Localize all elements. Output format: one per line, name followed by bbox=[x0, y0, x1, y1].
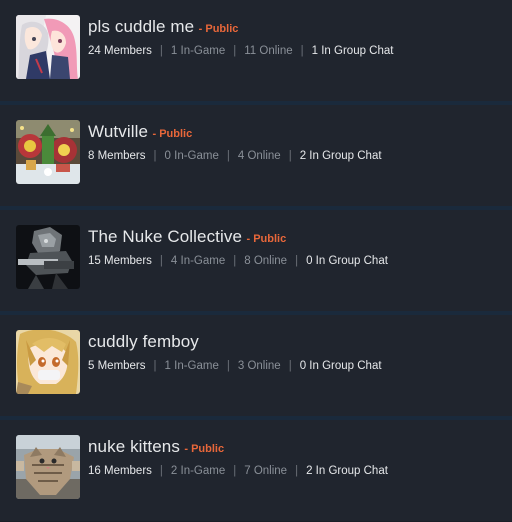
blonde-anime-avatar-icon[interactable] bbox=[16, 330, 80, 394]
stat-separator: | bbox=[288, 150, 292, 162]
members-count: 24 Members bbox=[88, 45, 152, 57]
stat-separator: | bbox=[153, 360, 157, 372]
members-count: 15 Members bbox=[88, 255, 152, 267]
visibility-badge: - Public bbox=[152, 128, 193, 140]
group-name-line: nuke kittens - Public bbox=[88, 437, 224, 457]
group-name-line: pls cuddle me - Public bbox=[88, 17, 238, 37]
group-name[interactable]: nuke kittens bbox=[88, 437, 180, 456]
in-game-count: 2 In-Game bbox=[170, 465, 226, 477]
stat-separator: | bbox=[159, 465, 163, 477]
group-name[interactable]: cuddly femboy bbox=[88, 332, 199, 351]
stat-separator: | bbox=[288, 360, 292, 372]
group-name[interactable]: pls cuddle me bbox=[88, 17, 194, 36]
group-chat-count: 2 In Group Chat bbox=[306, 465, 388, 477]
stat-separator: | bbox=[300, 45, 304, 57]
members-count: 16 Members bbox=[88, 465, 152, 477]
group-row[interactable]: The Nuke Collective - Public 15 Members |… bbox=[0, 210, 512, 311]
group-stats: 5 Members | 1 In-Game | 3 Online | 0 In Group … bbox=[88, 360, 382, 372]
group-row[interactable]: Wutville - Public 8 Members | 0 In-Game | 4 … bbox=[0, 105, 512, 206]
visibility-badge: - Public bbox=[184, 443, 225, 455]
group-list: pls cuddle me - Public 24 Members | 1 In-G… bbox=[0, 0, 512, 522]
group-name-line: Wutville - Public bbox=[88, 122, 192, 142]
in-game-count: 1 In-Game bbox=[164, 360, 219, 372]
group-stats: 15 Members | 4 In-Game | 8 Online | 0 In Group… bbox=[88, 255, 388, 267]
group-chat-count: 1 In Group Chat bbox=[311, 45, 394, 57]
group-row[interactable]: cuddly femboy 5 Members | 1 In-Game | 3 Onli… bbox=[0, 315, 512, 416]
online-count: 3 Online bbox=[237, 360, 281, 372]
stat-separator: | bbox=[295, 255, 299, 267]
in-game-count: 1 In-Game bbox=[170, 45, 226, 57]
group-row[interactable]: pls cuddle me - Public 24 Members | 1 In-G… bbox=[0, 0, 512, 101]
group-row[interactable]: nuke kittens - Public 16 Members | 2 In-Ga… bbox=[0, 420, 512, 521]
armored-gunner-avatar-icon[interactable] bbox=[16, 225, 80, 289]
members-count: 8 Members bbox=[88, 150, 146, 162]
stat-separator: | bbox=[159, 45, 163, 57]
anime-couple-avatar-icon[interactable] bbox=[16, 15, 80, 79]
visibility-badge: - Public bbox=[246, 233, 287, 245]
group-name-line: The Nuke Collective - Public bbox=[88, 227, 286, 247]
group-chat-count: 0 In Group Chat bbox=[306, 255, 388, 267]
stat-separator: | bbox=[159, 255, 163, 267]
group-name[interactable]: The Nuke Collective bbox=[88, 227, 242, 246]
group-name-line: cuddly femboy bbox=[88, 332, 199, 352]
stat-separator: | bbox=[226, 150, 230, 162]
in-game-count: 4 In-Game bbox=[170, 255, 226, 267]
stat-separator: | bbox=[295, 465, 299, 477]
group-chat-count: 2 In Group Chat bbox=[299, 150, 382, 162]
christmas-town-avatar-icon[interactable] bbox=[16, 120, 80, 184]
online-count: 11 Online bbox=[244, 45, 293, 57]
stat-separator: | bbox=[233, 255, 237, 267]
members-count: 5 Members bbox=[88, 360, 146, 372]
group-chat-count: 0 In Group Chat bbox=[299, 360, 382, 372]
stat-separator: | bbox=[233, 465, 237, 477]
online-count: 7 Online bbox=[244, 465, 288, 477]
group-stats: 24 Members | 1 In-Game | 11 Online | 1 In Grou… bbox=[88, 45, 393, 57]
stat-separator: | bbox=[153, 150, 157, 162]
stat-separator: | bbox=[233, 45, 237, 57]
tabby-cat-avatar-icon[interactable] bbox=[16, 435, 80, 499]
online-count: 4 Online bbox=[237, 150, 281, 162]
stat-separator: | bbox=[226, 360, 230, 372]
online-count: 8 Online bbox=[244, 255, 288, 267]
group-name[interactable]: Wutville bbox=[88, 122, 148, 141]
in-game-count: 0 In-Game bbox=[164, 150, 219, 162]
group-stats: 8 Members | 0 In-Game | 4 Online | 2 In Group … bbox=[88, 150, 382, 162]
group-stats: 16 Members | 2 In-Game | 7 Online | 2 In Group… bbox=[88, 465, 388, 477]
visibility-badge: - Public bbox=[198, 23, 239, 35]
